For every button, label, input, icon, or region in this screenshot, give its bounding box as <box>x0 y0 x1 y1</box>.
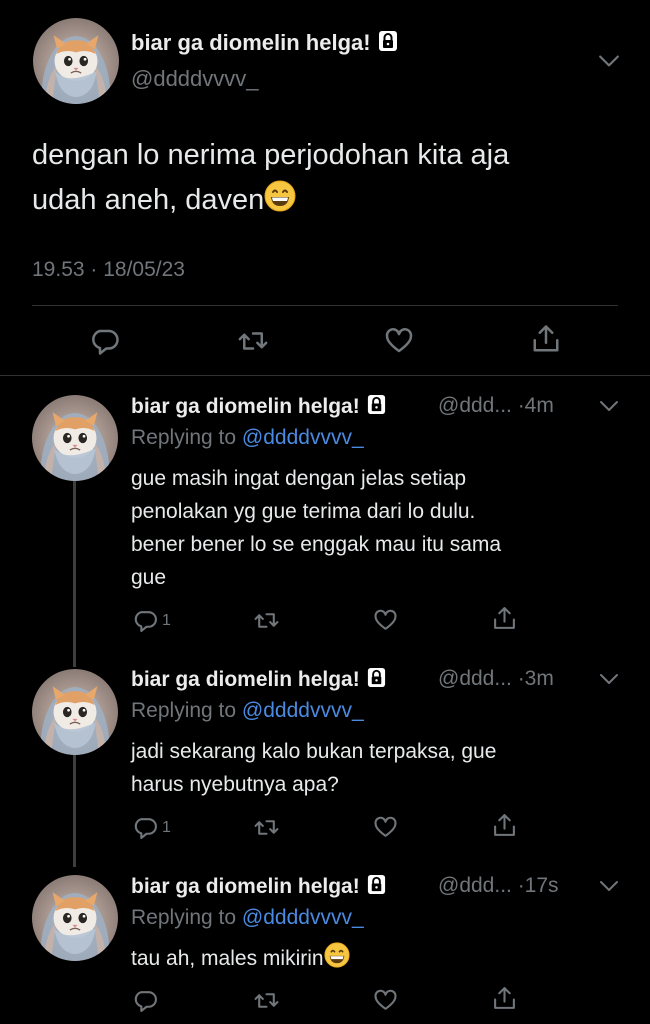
handle-time[interactable]: @ddd... ·3m <box>438 667 554 691</box>
reply-icon <box>133 608 158 633</box>
lock-icon <box>366 874 387 895</box>
divider <box>32 305 618 306</box>
retweet-button[interactable] <box>253 988 280 1013</box>
cat-avatar-icon <box>32 395 118 481</box>
share-button[interactable] <box>492 813 517 838</box>
tweet-text: dengan lo nerima perjodohan kita aja uda… <box>32 139 510 216</box>
retweet-icon <box>253 988 280 1013</box>
chevron-down-icon[interactable] <box>598 54 620 68</box>
display-name[interactable]: biar ga diomelin helga! <box>131 394 387 419</box>
cat-avatar-icon <box>32 875 118 961</box>
divider <box>0 375 650 376</box>
avatar[interactable] <box>32 669 118 755</box>
avatar[interactable] <box>32 395 118 481</box>
replying-to: Replying to @ddddvvvv_ <box>131 699 364 722</box>
lock-icon <box>366 667 387 688</box>
like-button[interactable] <box>384 326 414 356</box>
thread-line <box>73 755 76 867</box>
replying-to: Replying to @ddddvvvv_ <box>131 426 364 449</box>
cat-avatar-icon <box>32 669 118 755</box>
reply-icon <box>90 326 120 356</box>
share-icon <box>492 606 517 631</box>
reply-text: jadi sekarang kalo bukan terpaksa, gue h… <box>131 740 497 796</box>
retweet-icon <box>253 815 280 840</box>
reply-text: gue masih ingat dengan jelas setiap peno… <box>131 467 502 589</box>
share-button[interactable] <box>492 986 517 1011</box>
like-button[interactable] <box>373 988 398 1013</box>
cat-avatar-icon <box>33 18 119 104</box>
timestamp[interactable]: 19.53 · 18/05/23 <box>32 258 185 282</box>
like-button[interactable] <box>373 815 398 840</box>
chevron-down-icon[interactable] <box>599 400 619 412</box>
chevron-down-icon[interactable] <box>599 673 619 685</box>
heart-icon <box>373 988 398 1013</box>
grinning-face-icon <box>264 180 296 212</box>
lock-icon <box>366 394 387 415</box>
retweet-button[interactable] <box>253 815 280 840</box>
thread-line <box>73 481 76 667</box>
replying-handle-link[interactable]: @ddddvvvv_ <box>242 699 364 722</box>
grinning-face-icon <box>324 942 350 968</box>
reply-button[interactable]: 1 <box>133 608 171 633</box>
like-button[interactable] <box>373 608 398 633</box>
reply-button[interactable] <box>133 988 158 1013</box>
retweet-icon <box>237 326 269 356</box>
retweet-button[interactable] <box>253 608 280 633</box>
handle-time[interactable]: @ddd... ·17s <box>438 874 559 898</box>
retweet-button[interactable] <box>237 326 269 356</box>
heart-icon <box>384 326 414 356</box>
avatar[interactable] <box>33 18 119 104</box>
lock-icon <box>377 30 399 52</box>
heart-icon <box>373 815 398 840</box>
share-icon <box>531 324 561 354</box>
share-icon <box>492 986 517 1011</box>
reply-button[interactable]: 1 <box>133 815 171 840</box>
chevron-down-icon[interactable] <box>599 880 619 892</box>
share-button[interactable] <box>492 606 517 631</box>
heart-icon <box>373 608 398 633</box>
replying-to: Replying to @ddddvvvv_ <box>131 906 364 929</box>
reply-icon <box>133 988 158 1013</box>
avatar[interactable] <box>32 875 118 961</box>
share-button[interactable] <box>531 324 561 354</box>
reply-icon <box>133 815 158 840</box>
reply-text: tau ah, males mikirin <box>131 942 591 975</box>
display-name[interactable]: biar ga diomelin helga! <box>131 30 399 56</box>
handle[interactable]: @ddddvvvv_ <box>131 66 259 92</box>
handle-time[interactable]: @ddd... ·4m <box>438 394 554 418</box>
display-name[interactable]: biar ga diomelin helga! <box>131 667 387 692</box>
display-name[interactable]: biar ga diomelin helga! <box>131 874 387 899</box>
replying-handle-link[interactable]: @ddddvvvv_ <box>242 906 364 929</box>
share-icon <box>492 813 517 838</box>
retweet-icon <box>253 608 280 633</box>
reply-button[interactable] <box>90 326 120 356</box>
replying-handle-link[interactable]: @ddddvvvv_ <box>242 426 364 449</box>
